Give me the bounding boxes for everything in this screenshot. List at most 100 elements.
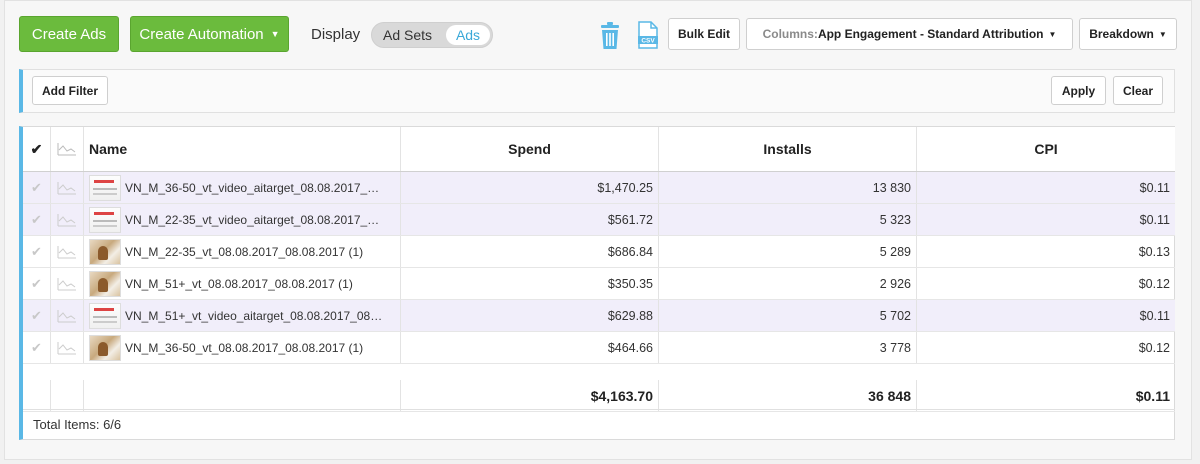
ad-name-cell[interactable]: VN_M_36-50_vt_08.08.2017_08.08.2017 (1): [84, 332, 401, 363]
columns-dropdown[interactable]: Columns: App Engagement - Standard Attri…: [746, 18, 1073, 50]
ad-name[interactable]: VN_M_22-35_vt_08.08.2017_08.08.2017 (1): [125, 245, 363, 259]
spend-cell: $1,470.25: [401, 172, 659, 203]
toggle-option-ads[interactable]: Ads: [446, 25, 490, 45]
sparkline-icon: [57, 143, 76, 156]
ad-name[interactable]: VN_M_36-50_vt_08.08.2017_08.08.2017 (1): [125, 341, 363, 355]
total-spend: $4,163.70: [401, 380, 659, 411]
sparkline-icon[interactable]: [51, 204, 84, 235]
table-row[interactable]: ✔ VN_M_22-35_vt_08.08.2017_08.08.2017 (1)…: [23, 236, 1175, 268]
sparkline-icon[interactable]: [51, 236, 84, 267]
select-all-checkbox[interactable]: ✔: [23, 127, 51, 171]
sparkline-icon[interactable]: [51, 172, 84, 203]
breakdown-dropdown[interactable]: Breakdown ▼: [1079, 18, 1177, 50]
row-checkbox[interactable]: ✔: [23, 332, 51, 363]
installs-cell: 2 926: [659, 268, 917, 299]
ad-name-cell[interactable]: VN_M_51+_vt_video_aitarget_08.08.2017_08…: [84, 300, 401, 331]
totals-empty-cell: [84, 380, 401, 411]
table-row[interactable]: ✔ VN_M_51+_vt_08.08.2017_08.08.2017 (1) $3…: [23, 268, 1175, 300]
totals-row: $4,163.70 36 848 $0.11: [23, 380, 1175, 412]
ad-name[interactable]: VN_M_51+_vt_video_aitarget_08.08.2017_08…: [125, 309, 382, 323]
apply-button[interactable]: Apply: [1051, 76, 1106, 105]
svg-text:CSV: CSV: [641, 38, 655, 45]
clear-label: Clear: [1122, 83, 1154, 98]
create-ads-label: Create Ads: [31, 25, 107, 43]
ad-thumbnail: [89, 270, 121, 297]
ad-name-cell[interactable]: VN_M_22-35_vt_video_aitarget_08.08.2017_…: [84, 204, 401, 235]
row-checkbox[interactable]: ✔: [23, 172, 51, 203]
create-ads-button[interactable]: Create Ads: [19, 16, 119, 52]
column-header-name[interactable]: Name: [84, 127, 401, 171]
ad-thumbnail: [89, 334, 121, 361]
toggle-option-ad-sets[interactable]: Ad Sets: [383, 27, 432, 43]
table-row[interactable]: ✔ VN_M_22-35_vt_video_aitarget_08.08.2017…: [23, 204, 1175, 236]
row-checkbox[interactable]: ✔: [23, 204, 51, 235]
installs-cell: 5 702: [659, 300, 917, 331]
spend-cell: $561.72: [401, 204, 659, 235]
ad-name-cell[interactable]: VN_M_22-35_vt_08.08.2017_08.08.2017 (1): [84, 236, 401, 267]
ad-name-cell[interactable]: VN_M_36-50_vt_video_aitarget_08.08.2017_…: [84, 172, 401, 203]
bulk-edit-button[interactable]: Bulk Edit: [668, 18, 740, 50]
total-cpi: $0.11: [1135, 387, 1170, 404]
cpi-cell: $0.11: [1139, 308, 1170, 323]
clear-button[interactable]: Clear: [1113, 76, 1163, 105]
table-row[interactable]: ✔ VN_M_36-50_vt_08.08.2017_08.08.2017 (1)…: [23, 332, 1175, 364]
ads-table: ✔ Name Spend Installs CPI ✔ VN_M_36-50_vt…: [19, 126, 1175, 440]
ad-name[interactable]: VN_M_22-35_vt_video_aitarget_08.08.2017_…: [125, 213, 379, 227]
installs-cell: 3 778: [659, 332, 917, 363]
add-filter-label: Add Filter: [42, 83, 98, 98]
sparkline-icon[interactable]: [51, 332, 84, 363]
totals-empty-cell: [23, 380, 51, 411]
ad-thumbnail: [89, 174, 121, 201]
installs-cell: 13 830: [659, 172, 917, 203]
filter-bar: Add Filter Apply Clear: [19, 69, 1175, 113]
cpi-cell: $0.12: [1138, 340, 1170, 355]
row-checkbox[interactable]: ✔: [23, 236, 51, 267]
installs-cell: 5 323: [659, 204, 917, 235]
row-checkbox[interactable]: ✔: [23, 300, 51, 331]
chevron-down-icon: ▼: [270, 29, 280, 39]
ad-thumbnail: [89, 238, 121, 265]
toolbar: Create Ads Create Automation ▼ Display A…: [19, 15, 1179, 53]
breakdown-label: Breakdown: [1089, 27, 1154, 41]
cpi-cell: $0.12: [1138, 276, 1170, 291]
ads-manager-panel: Create Ads Create Automation ▼ Display A…: [4, 0, 1192, 460]
create-automation-label: Create Automation: [139, 25, 264, 43]
ad-thumbnail: [89, 302, 121, 329]
table-row[interactable]: ✔ VN_M_51+_vt_video_aitarget_08.08.2017_0…: [23, 300, 1175, 332]
sparkline-icon[interactable]: [51, 300, 84, 331]
cpi-cell: $0.13: [1138, 244, 1170, 259]
spend-cell: $686.84: [401, 236, 659, 267]
cpi-cell: $0.11: [1139, 212, 1170, 227]
column-header-installs[interactable]: Installs: [659, 127, 917, 171]
column-header-spend[interactable]: Spend: [401, 127, 659, 171]
total-items-label: Total Items: 6/6: [23, 409, 1175, 439]
table-row[interactable]: ✔ VN_M_36-50_vt_video_aitarget_08.08.2017…: [23, 172, 1175, 204]
spend-cell: $350.35: [401, 268, 659, 299]
display-label: Display: [311, 26, 361, 43]
ad-name-cell[interactable]: VN_M_51+_vt_08.08.2017_08.08.2017 (1): [84, 268, 401, 299]
column-header-cpi[interactable]: CPI: [917, 127, 1175, 171]
cpi-cell: $0.11: [1139, 180, 1170, 195]
spend-cell: $464.66: [401, 332, 659, 363]
columns-label: Columns:: [762, 27, 818, 41]
trash-icon[interactable]: [599, 22, 621, 50]
chevron-down-icon: ▼: [1158, 29, 1167, 39]
columns-value: App Engagement - Standard Attribution: [817, 27, 1044, 41]
ad-thumbnail: [89, 206, 121, 233]
totals-empty-cell: [51, 380, 84, 411]
add-filter-button[interactable]: Add Filter: [32, 76, 108, 105]
display-toggle[interactable]: Ad Sets Ads: [371, 22, 493, 48]
sparkline-icon[interactable]: [51, 268, 84, 299]
total-installs: 36 848: [659, 380, 917, 411]
bulk-edit-label: Bulk Edit: [677, 27, 730, 41]
create-automation-button[interactable]: Create Automation ▼: [130, 16, 289, 52]
ad-name[interactable]: VN_M_36-50_vt_video_aitarget_08.08.2017_…: [125, 181, 379, 195]
chart-column-header: [51, 127, 84, 171]
csv-icon[interactable]: CSV: [637, 21, 659, 49]
ad-name[interactable]: VN_M_51+_vt_08.08.2017_08.08.2017 (1): [125, 277, 353, 291]
apply-label: Apply: [1061, 83, 1096, 98]
chevron-down-icon: ▼: [1048, 29, 1057, 39]
installs-cell: 5 289: [659, 236, 917, 267]
spend-cell: $629.88: [401, 300, 659, 331]
row-checkbox[interactable]: ✔: [23, 268, 51, 299]
